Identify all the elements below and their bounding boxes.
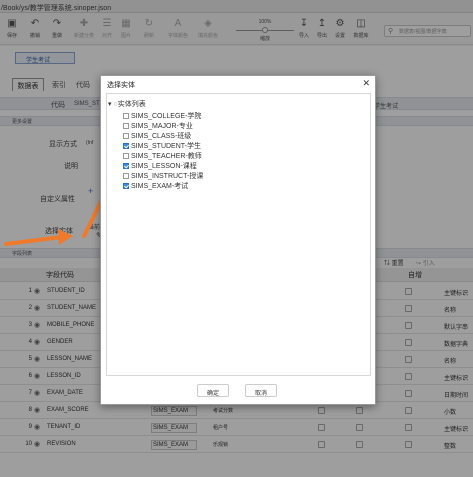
entity-checkbox[interactable]	[123, 133, 129, 139]
entity-checkbox[interactable]	[123, 123, 129, 129]
entity-label: SIMS_CLASS-班级	[131, 133, 192, 140]
entity-checkbox[interactable]	[123, 163, 129, 169]
select-entity-dialog: 选择实体 ✕ ▾ ○实体列表 SIMS_COLLEGE-学院 SIMS_MAJOR…	[100, 75, 376, 405]
entity-item[interactable]: SIMS_TEACHER-教师	[123, 151, 202, 161]
arrow-left-head	[58, 229, 73, 245]
entity-checkbox[interactable]	[123, 113, 129, 119]
cancel-button[interactable]: 取消	[245, 384, 277, 397]
entity-item[interactable]: SIMS_EXAM-考试	[123, 181, 188, 191]
chevron-down-icon[interactable]: ▾	[108, 101, 112, 108]
entity-label: SIMS_LESSON-课程	[131, 163, 197, 170]
entity-label: SIMS_EXAM-考试	[131, 183, 189, 190]
entity-label: SIMS_MAJOR-专业	[131, 123, 193, 130]
entity-item[interactable]: SIMS_CLASS-班级	[123, 131, 191, 141]
entity-item[interactable]: SIMS_LESSON-课程	[123, 161, 197, 171]
tree-root-label: 实体列表	[117, 101, 146, 108]
entity-label: SIMS_TEACHER-教师	[131, 153, 202, 160]
entity-item[interactable]: SIMS_COLLEGE-学院	[123, 111, 201, 121]
entity-checkbox[interactable]	[123, 153, 129, 159]
entity-tree: ▾ ○实体列表 SIMS_COLLEGE-学院 SIMS_MAJOR-专业 SIMS…	[106, 93, 371, 376]
ok-button[interactable]: 确定	[197, 384, 229, 397]
close-icon[interactable]: ✕	[362, 78, 370, 89]
entity-checkbox[interactable]	[123, 183, 129, 189]
tree-root[interactable]: ▾ ○实体列表	[108, 99, 146, 109]
entity-label: SIMS_INSTRUCT-授课	[131, 173, 204, 180]
entity-item[interactable]: SIMS_INSTRUCT-授课	[123, 171, 203, 181]
entity-checkbox[interactable]	[123, 143, 129, 149]
entity-checkbox[interactable]	[123, 173, 129, 179]
dialog-title: 选择实体	[107, 82, 135, 89]
entity-label: SIMS_COLLEGE-学院	[131, 113, 202, 120]
entity-item[interactable]: SIMS_STUDENT-学生	[123, 141, 201, 151]
entity-item[interactable]: SIMS_MAJOR-专业	[123, 121, 193, 131]
arrow-left-line	[4, 235, 64, 246]
entity-label: SIMS_STUDENT-学生	[131, 143, 202, 150]
